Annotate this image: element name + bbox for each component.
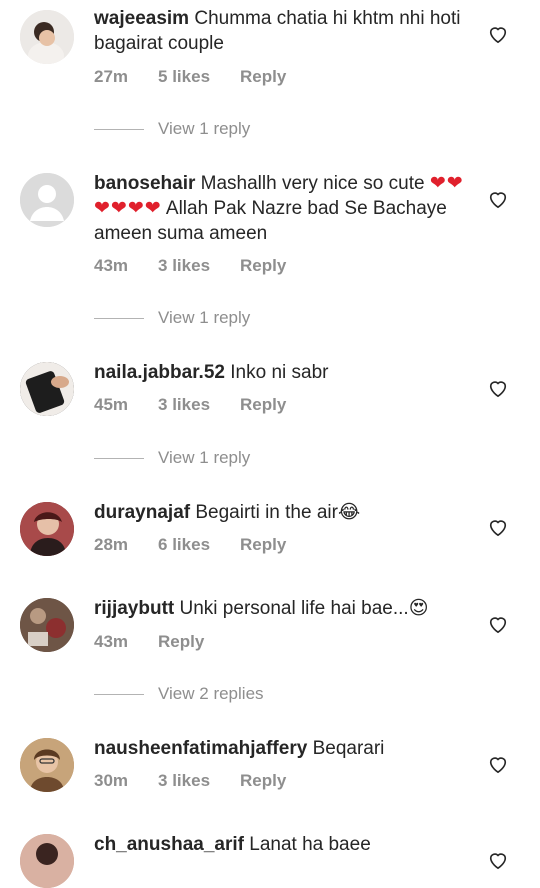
- view-replies-button[interactable]: View 1 reply: [94, 448, 250, 468]
- like-heart-icon[interactable]: [487, 517, 509, 537]
- view-replies-button[interactable]: View 1 reply: [94, 119, 250, 139]
- comment-text: Begairti in the air: [195, 502, 338, 523]
- timestamp: 27m: [94, 67, 129, 86]
- timestamp: 43m: [94, 632, 129, 651]
- timestamp: 30m: [94, 771, 129, 790]
- avatar[interactable]: [20, 173, 74, 227]
- view-replies-button[interactable]: View 1 reply: [94, 308, 250, 328]
- comment-text: Beqarari: [312, 738, 385, 759]
- like-heart-icon[interactable]: [487, 614, 509, 634]
- comment-text: Lanat ha baee: [249, 834, 371, 855]
- like-heart-icon[interactable]: [487, 189, 509, 209]
- reply-button[interactable]: Reply: [158, 632, 204, 651]
- timestamp: 43m: [94, 256, 129, 275]
- heart-eyes-emoji: 😍: [408, 598, 429, 619]
- avatar[interactable]: [20, 834, 74, 888]
- likes-count[interactable]: 5 likes: [158, 67, 210, 86]
- reply-button[interactable]: Reply: [240, 771, 286, 790]
- username[interactable]: nausheenfatimahjaffery: [94, 738, 307, 759]
- like-heart-icon[interactable]: [487, 378, 509, 398]
- likes-count[interactable]: 3 likes: [158, 771, 210, 790]
- username[interactable]: duraynajaf: [94, 502, 190, 523]
- username[interactable]: naila.jabbar.52: [94, 362, 225, 383]
- username[interactable]: rijjaybutt: [94, 598, 174, 619]
- timestamp: 45m: [94, 395, 129, 414]
- likes-count[interactable]: 6 likes: [158, 535, 210, 554]
- reply-button[interactable]: Reply: [240, 395, 286, 414]
- timestamp: 28m: [94, 535, 129, 554]
- avatar[interactable]: [20, 598, 74, 652]
- laughing-emoji: 😂: [337, 502, 361, 523]
- reply-button[interactable]: Reply: [240, 535, 286, 554]
- likes-count[interactable]: 3 likes: [158, 256, 210, 275]
- avatar[interactable]: [20, 502, 74, 556]
- reply-button[interactable]: Reply: [240, 256, 286, 275]
- view-replies-button[interactable]: View 2 replies: [94, 684, 264, 704]
- like-heart-icon[interactable]: [487, 754, 509, 774]
- likes-count[interactable]: 3 likes: [158, 395, 210, 414]
- comment-text: Mashallh very nice so cute: [200, 173, 430, 194]
- reply-button[interactable]: Reply: [240, 67, 286, 86]
- avatar[interactable]: [20, 362, 74, 416]
- username[interactable]: banosehair: [94, 173, 195, 194]
- username[interactable]: ch_anushaa_arif: [94, 834, 244, 855]
- avatar[interactable]: [20, 738, 74, 792]
- like-heart-icon[interactable]: [487, 850, 509, 870]
- username[interactable]: wajeeasim: [94, 8, 189, 29]
- like-heart-icon[interactable]: [487, 24, 509, 44]
- comment-text: Inko ni sabr: [230, 362, 329, 383]
- comment-text: Unki personal life hai bae...: [179, 598, 409, 619]
- avatar[interactable]: [20, 10, 74, 64]
